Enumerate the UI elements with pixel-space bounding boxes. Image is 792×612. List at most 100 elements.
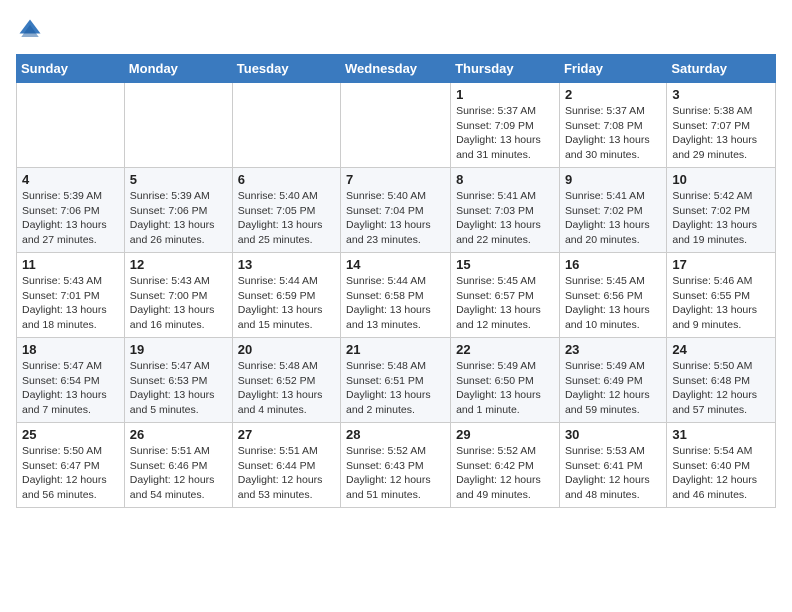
day-info: Sunrise: 5:47 AM Sunset: 6:53 PM Dayligh…: [130, 359, 227, 418]
day-info: Sunrise: 5:45 AM Sunset: 6:56 PM Dayligh…: [565, 274, 661, 333]
day-info: Sunrise: 5:51 AM Sunset: 6:46 PM Dayligh…: [130, 444, 227, 503]
day-number: 16: [565, 257, 661, 272]
day-info: Sunrise: 5:38 AM Sunset: 7:07 PM Dayligh…: [672, 104, 770, 163]
day-number: 11: [22, 257, 119, 272]
day-info: Sunrise: 5:52 AM Sunset: 6:43 PM Dayligh…: [346, 444, 445, 503]
calendar-week-row: 11Sunrise: 5:43 AM Sunset: 7:01 PM Dayli…: [17, 253, 776, 338]
calendar-cell: 19 Sunrise: 5:47 AM Sunset: 6:53 PM Dayli…: [124, 338, 232, 423]
day-info: Sunrise: 5:37 AM Sunset: 7:08 PM Dayligh…: [565, 104, 661, 163]
day-number: 23: [565, 342, 661, 357]
calendar-cell: 31 Sunrise: 5:54 AM Sunset: 6:40 PM Dayli…: [667, 423, 776, 508]
day-number: 21: [346, 342, 445, 357]
calendar-cell: [124, 83, 232, 168]
day-info: Sunrise: 5:49 AM Sunset: 6:50 PM Dayligh…: [456, 359, 554, 418]
calendar-cell: 30Sunrise: 5:53 AM Sunset: 6:41 PM Dayli…: [559, 423, 666, 508]
calendar-cell: 5 Sunrise: 5:39 AM Sunset: 7:06 PM Daylig…: [124, 168, 232, 253]
day-number: 4: [22, 172, 119, 187]
day-info: Sunrise: 5:48 AM Sunset: 6:52 PM Dayligh…: [238, 359, 335, 418]
day-number: 15: [456, 257, 554, 272]
day-number: 8: [456, 172, 554, 187]
calendar-cell: 8 Sunrise: 5:41 AM Sunset: 7:03 PM Daylig…: [451, 168, 560, 253]
day-info: Sunrise: 5:48 AM Sunset: 6:51 PM Dayligh…: [346, 359, 445, 418]
day-info: Sunrise: 5:52 AM Sunset: 6:42 PM Dayligh…: [456, 444, 554, 503]
calendar-cell: 18 Sunrise: 5:47 AM Sunset: 6:54 PM Dayli…: [17, 338, 125, 423]
day-number: 18: [22, 342, 119, 357]
day-info: Sunrise: 5:43 AM Sunset: 7:00 PM Dayligh…: [130, 274, 227, 333]
day-number: 31: [672, 427, 770, 442]
day-info: Sunrise: 5:49 AM Sunset: 6:49 PM Dayligh…: [565, 359, 661, 418]
day-number: 22: [456, 342, 554, 357]
calendar-cell: 11Sunrise: 5:43 AM Sunset: 7:01 PM Dayli…: [17, 253, 125, 338]
day-number: 17: [672, 257, 770, 272]
day-number: 25: [22, 427, 119, 442]
day-number: 5: [130, 172, 227, 187]
day-of-week-header: Friday: [559, 55, 666, 83]
calendar-cell: 26Sunrise: 5:51 AM Sunset: 6:46 PM Dayli…: [124, 423, 232, 508]
logo: [16, 16, 48, 44]
day-info: Sunrise: 5:41 AM Sunset: 7:02 PM Dayligh…: [565, 189, 661, 248]
day-info: Sunrise: 5:41 AM Sunset: 7:03 PM Dayligh…: [456, 189, 554, 248]
day-info: Sunrise: 5:39 AM Sunset: 7:06 PM Dayligh…: [22, 189, 119, 248]
calendar-cell: 17Sunrise: 5:46 AM Sunset: 6:55 PM Dayli…: [667, 253, 776, 338]
calendar-cell: [341, 83, 451, 168]
day-number: 28: [346, 427, 445, 442]
calendar-cell: 7 Sunrise: 5:40 AM Sunset: 7:04 PM Daylig…: [341, 168, 451, 253]
calendar-cell: 15Sunrise: 5:45 AM Sunset: 6:57 PM Dayli…: [451, 253, 560, 338]
day-number: 12: [130, 257, 227, 272]
calendar-cell: 22 Sunrise: 5:49 AM Sunset: 6:50 PM Dayli…: [451, 338, 560, 423]
calendar-week-row: 25Sunrise: 5:50 AM Sunset: 6:47 PM Dayli…: [17, 423, 776, 508]
calendar-cell: 21 Sunrise: 5:48 AM Sunset: 6:51 PM Dayli…: [341, 338, 451, 423]
page-header: [16, 16, 776, 44]
day-number: 3: [672, 87, 770, 102]
day-number: 19: [130, 342, 227, 357]
calendar-cell: [232, 83, 340, 168]
day-number: 29: [456, 427, 554, 442]
calendar-cell: 1 Sunrise: 5:37 AM Sunset: 7:09 PM Daylig…: [451, 83, 560, 168]
calendar-cell: 9Sunrise: 5:41 AM Sunset: 7:02 PM Daylig…: [559, 168, 666, 253]
day-of-week-header: Saturday: [667, 55, 776, 83]
day-info: Sunrise: 5:44 AM Sunset: 6:58 PM Dayligh…: [346, 274, 445, 333]
calendar-week-row: 18 Sunrise: 5:47 AM Sunset: 6:54 PM Dayli…: [17, 338, 776, 423]
calendar-cell: 23 Sunrise: 5:49 AM Sunset: 6:49 PM Dayli…: [559, 338, 666, 423]
day-info: Sunrise: 5:47 AM Sunset: 6:54 PM Dayligh…: [22, 359, 119, 418]
calendar-cell: 6 Sunrise: 5:40 AM Sunset: 7:05 PM Daylig…: [232, 168, 340, 253]
calendar-table: SundayMondayTuesdayWednesdayThursdayFrid…: [16, 54, 776, 508]
calendar-cell: 4 Sunrise: 5:39 AM Sunset: 7:06 PM Daylig…: [17, 168, 125, 253]
calendar-cell: [17, 83, 125, 168]
day-info: Sunrise: 5:44 AM Sunset: 6:59 PM Dayligh…: [238, 274, 335, 333]
day-number: 1: [456, 87, 554, 102]
calendar-cell: 24 Sunrise: 5:50 AM Sunset: 6:48 PM Dayli…: [667, 338, 776, 423]
day-number: 30: [565, 427, 661, 442]
day-info: Sunrise: 5:50 AM Sunset: 6:48 PM Dayligh…: [672, 359, 770, 418]
day-number: 13: [238, 257, 335, 272]
day-info: Sunrise: 5:42 AM Sunset: 7:02 PM Dayligh…: [672, 189, 770, 248]
day-number: 20: [238, 342, 335, 357]
day-info: Sunrise: 5:54 AM Sunset: 6:40 PM Dayligh…: [672, 444, 770, 503]
day-number: 7: [346, 172, 445, 187]
calendar-cell: 12 Sunrise: 5:43 AM Sunset: 7:00 PM Dayli…: [124, 253, 232, 338]
day-info: Sunrise: 5:40 AM Sunset: 7:04 PM Dayligh…: [346, 189, 445, 248]
day-of-week-header: Monday: [124, 55, 232, 83]
calendar-cell: 29 Sunrise: 5:52 AM Sunset: 6:42 PM Dayli…: [451, 423, 560, 508]
calendar-cell: 28 Sunrise: 5:52 AM Sunset: 6:43 PM Dayli…: [341, 423, 451, 508]
day-number: 27: [238, 427, 335, 442]
day-info: Sunrise: 5:39 AM Sunset: 7:06 PM Dayligh…: [130, 189, 227, 248]
calendar-cell: 20 Sunrise: 5:48 AM Sunset: 6:52 PM Dayli…: [232, 338, 340, 423]
calendar-cell: 14 Sunrise: 5:44 AM Sunset: 6:58 PM Dayli…: [341, 253, 451, 338]
day-of-week-header: Sunday: [17, 55, 125, 83]
calendar-week-row: 1 Sunrise: 5:37 AM Sunset: 7:09 PM Daylig…: [17, 83, 776, 168]
calendar-cell: 27 Sunrise: 5:51 AM Sunset: 6:44 PM Dayli…: [232, 423, 340, 508]
day-number: 2: [565, 87, 661, 102]
calendar-cell: 25Sunrise: 5:50 AM Sunset: 6:47 PM Dayli…: [17, 423, 125, 508]
calendar-header-row: SundayMondayTuesdayWednesdayThursdayFrid…: [17, 55, 776, 83]
day-of-week-header: Thursday: [451, 55, 560, 83]
day-number: 6: [238, 172, 335, 187]
day-info: Sunrise: 5:51 AM Sunset: 6:44 PM Dayligh…: [238, 444, 335, 503]
day-number: 14: [346, 257, 445, 272]
day-number: 24: [672, 342, 770, 357]
calendar-cell: 10Sunrise: 5:42 AM Sunset: 7:02 PM Dayli…: [667, 168, 776, 253]
day-info: Sunrise: 5:40 AM Sunset: 7:05 PM Dayligh…: [238, 189, 335, 248]
day-of-week-header: Tuesday: [232, 55, 340, 83]
calendar-week-row: 4 Sunrise: 5:39 AM Sunset: 7:06 PM Daylig…: [17, 168, 776, 253]
day-info: Sunrise: 5:37 AM Sunset: 7:09 PM Dayligh…: [456, 104, 554, 163]
